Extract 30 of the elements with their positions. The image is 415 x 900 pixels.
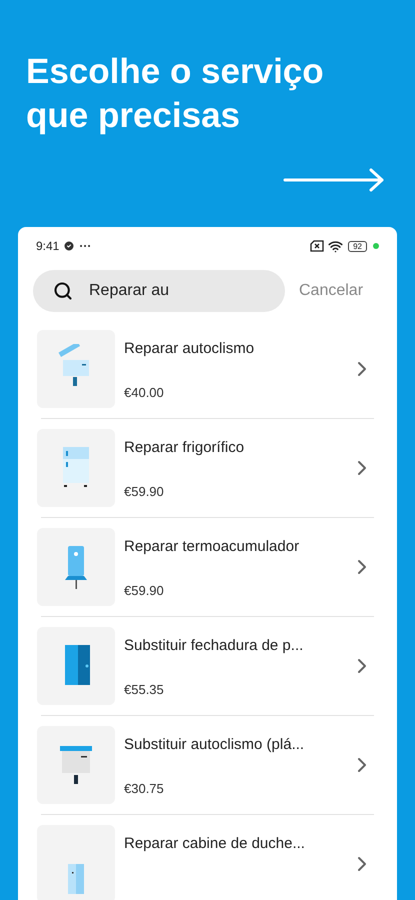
headline: Escolhe o serviço que precisas <box>25 51 325 137</box>
service-title: Reparar termoacumulador <box>124 537 300 557</box>
no-sim-icon <box>310 240 324 252</box>
service-price: €59.90 <box>124 482 165 500</box>
wifi-icon <box>328 238 344 254</box>
more-status: ··· <box>79 238 92 255</box>
battery-level: 92 <box>348 240 367 252</box>
arrow-right-icon <box>283 168 385 192</box>
service-title: Substituir autoclismo (plá... <box>124 735 306 755</box>
shower-cabin-icon <box>68 864 84 894</box>
verified-icon <box>63 240 76 252</box>
search-input[interactable]: Reparar au <box>89 279 269 303</box>
search-icon <box>53 281 73 301</box>
status-time: 9:41 <box>36 238 60 255</box>
service-price: €40.00 <box>124 384 165 402</box>
search-bar[interactable]: Reparar au <box>33 270 285 312</box>
service-title: Substituir fechadura de p... <box>124 636 304 656</box>
service-title: Reparar frigorífico <box>124 438 246 458</box>
service-item[interactable]: Substituir fechadura de p... €55.35 <box>37 627 378 705</box>
service-title: Reparar autoclismo <box>124 339 256 359</box>
service-title: Reparar cabine de duche... <box>124 834 306 854</box>
service-item[interactable]: Reparar frigorífico €59.90 <box>37 429 378 507</box>
service-item[interactable]: Substituir autoclismo (plá... €30.75 <box>37 726 378 804</box>
cancel-button[interactable]: Cancelar <box>299 279 364 303</box>
service-item[interactable]: Reparar termoacumulador €59.90 <box>37 528 378 606</box>
service-item[interactable]: Reparar autoclismo €40.00 <box>37 330 378 408</box>
service-price: €55.35 <box>124 680 165 698</box>
service-price: €30.75 <box>124 780 165 798</box>
service-price: €59.90 <box>124 582 165 600</box>
service-item[interactable]: Reparar cabine de duche... <box>37 825 378 900</box>
